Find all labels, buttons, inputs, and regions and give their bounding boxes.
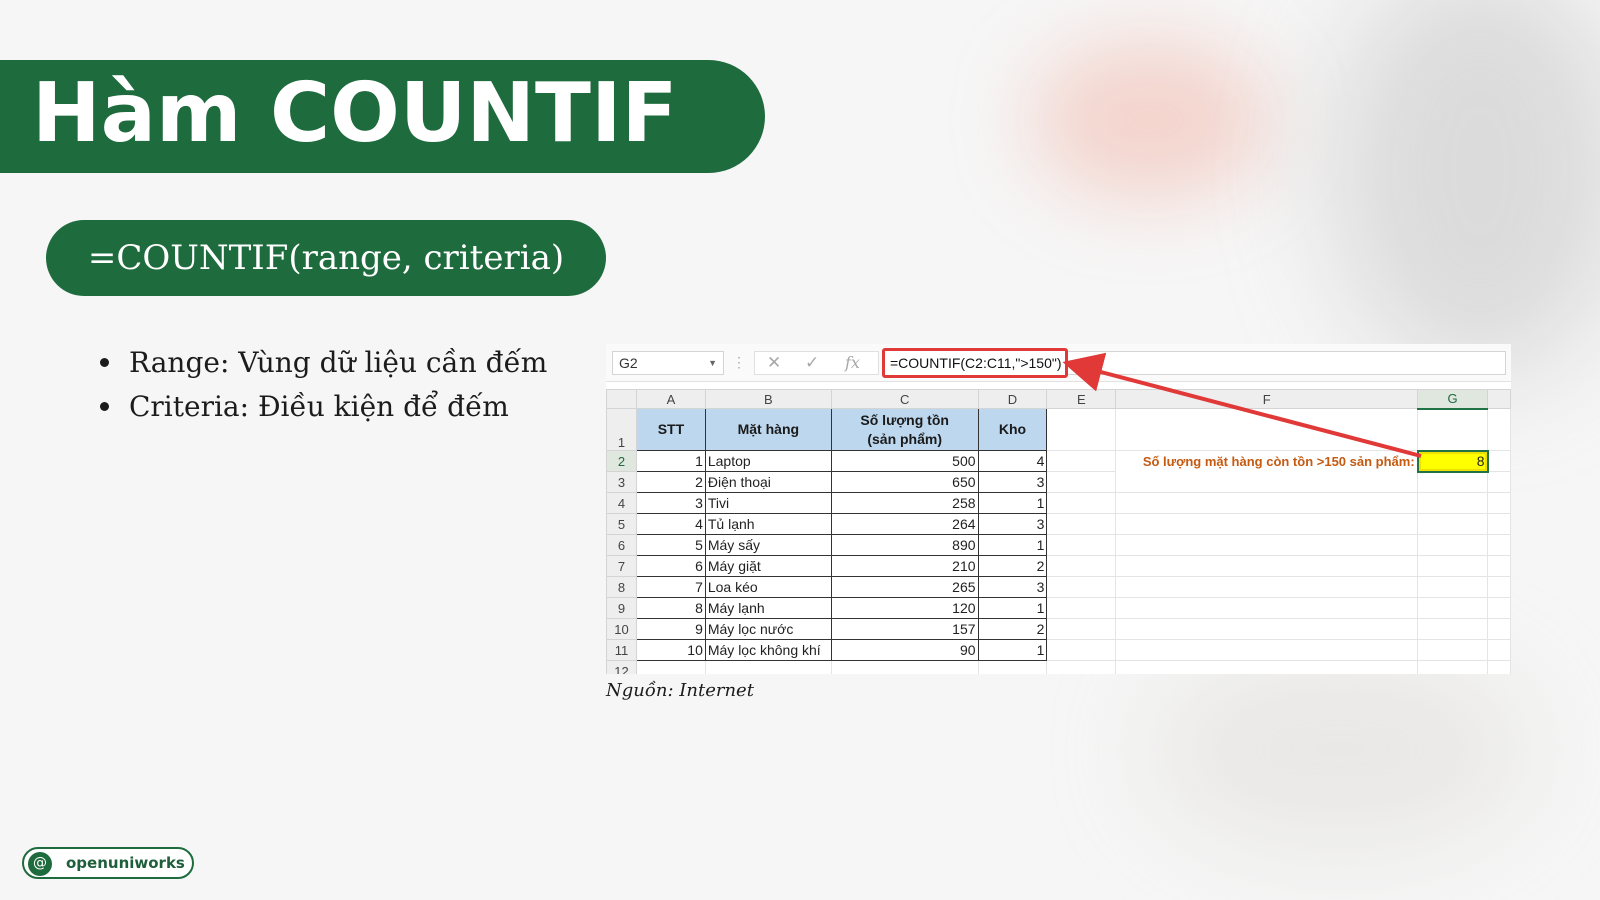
background-blur-red	[1030, 40, 1270, 200]
bullet-list: Range: Vùng dữ liệu cần đếm Criteria: Đi…	[100, 340, 547, 428]
syntax-text: =COUNTIF(range, criteria)	[87, 238, 565, 278]
bullet-text: Criteria: Điều kiện để đếm	[129, 389, 509, 423]
brand-badge[interactable]: @ openuniworks	[22, 847, 194, 879]
arrow-line	[1062, 352, 1422, 458]
syntax-pill: =COUNTIF(range, criteria)	[46, 220, 606, 296]
image-caption: Nguồn: Internet	[606, 680, 754, 701]
at-sign-icon: @	[28, 852, 52, 876]
bullet-item: Criteria: Điều kiện để đếm	[100, 384, 547, 428]
bullet-text: Range: Vùng dữ liệu cần đếm	[129, 345, 548, 379]
slide-title: Hàm COUNTIF	[32, 66, 678, 161]
bullet-item: Range: Vùng dữ liệu cần đếm	[100, 340, 547, 384]
excel-screenshot: G2 ▼ ⋮ ✕ ✓ fx =COUNTIF(C2:C11,">150") A …	[606, 344, 1511, 674]
background-blur-grey	[1330, 0, 1600, 380]
annotation-arrow	[1062, 352, 1422, 458]
brand-name: openuniworks	[66, 854, 185, 872]
bullet-dot-icon	[100, 357, 109, 367]
background-blur-grey-bottom	[1150, 650, 1530, 850]
bullet-dot-icon	[100, 401, 109, 411]
